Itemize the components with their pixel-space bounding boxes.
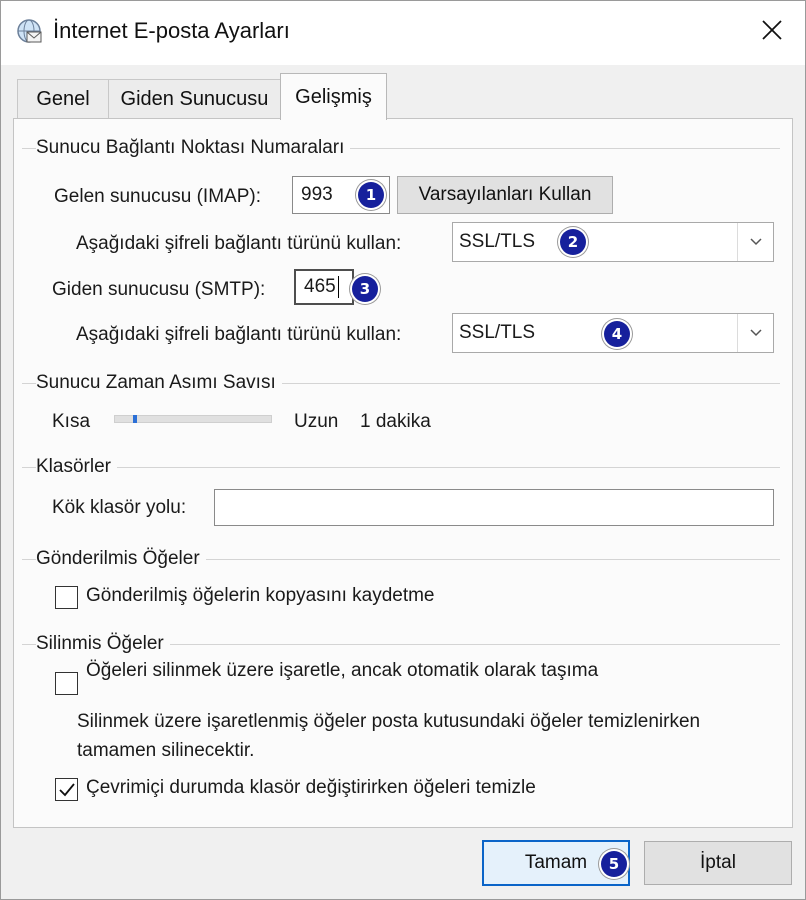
text-caret [337,276,339,298]
use-defaults-label: Varsayılanları Kullan [418,184,592,205]
no-copy-checkbox[interactable] [55,586,78,609]
annotation-badge-2: 2 [560,229,586,255]
no-copy-label: Gönderilmiş öğelerin kopyasını kaydetme [86,585,435,606]
deleted-group-title: Silinmis Öğeler [36,633,170,655]
outgoing-encryption-value: SSL/TLS [459,322,536,343]
tab-general[interactable]: Genel [17,79,109,119]
outgoing-port-input[interactable]: 465 [294,269,354,305]
timeout-short-label: Kısa [52,411,91,432]
chevron-down-icon [737,314,773,352]
outgoing-port-label: Giden sunucusu (SMTP): [52,279,266,300]
incoming-port-label: Gelen sunucusu (IMAP): [54,186,261,207]
root-folder-input[interactable] [214,489,774,526]
root-folder-label: Kök klasör yolu: [52,497,187,518]
close-icon [762,20,782,40]
timeout-slider[interactable] [114,415,272,423]
incoming-encryption-select[interactable]: SSL/TLS [452,222,774,262]
outgoing-encryption-label: Aşağıdaki şifreli bağlantı türünü kullan… [76,324,402,345]
outgoing-port-value: 465 [304,276,336,297]
deleted-info-line-2: tamamen silinecektir. [77,740,255,761]
timeout-long-label: Uzun [294,411,339,432]
timeout-value: 1 dakika [360,411,431,432]
mark-deleted-label: Öğeleri silinmek üzere işaretle, ancak o… [86,660,599,681]
purge-checkbox[interactable] [55,778,78,801]
purge-label: Çevrimiçi durumda klasör değiştirirken ö… [86,777,536,798]
close-button[interactable] [749,9,795,51]
tab-advanced[interactable]: Gelişmiş [280,73,387,120]
sent-group-title: Gönderilmis Öğeler [36,548,206,570]
mark-deleted-checkbox[interactable] [55,672,78,695]
incoming-encryption-value: SSL/TLS [459,231,536,252]
chevron-down-icon [737,223,773,261]
checkmark-icon [58,782,75,796]
tab-outgoing-server[interactable]: Giden Sunucusu [108,79,281,119]
advanced-panel: Sunucu Bağlantı Noktası Numaraları Gelen… [13,118,793,828]
email-settings-dialog: İnternet E-posta Ayarları Genel Giden Su… [0,0,806,900]
dialog-title: İnternet E-posta Ayarları [53,18,290,43]
ports-group-title: Sunucu Bağlantı Noktası Numaraları [36,137,351,159]
timeout-group-title: Sunucu Zaman Asımı Savısı [36,372,282,394]
globe-mail-icon [17,19,42,43]
use-defaults-button[interactable]: Varsayılanları Kullan [397,176,613,214]
annotation-badge-1: 1 [358,182,384,208]
annotation-badge-3: 3 [352,276,378,302]
folders-group-line [22,467,780,468]
tab-strip: Genel Giden Sunucusu Gelişmiş [13,73,793,120]
tab-general-label: Genel [36,88,90,110]
title-bar: İnternet E-posta Ayarları [1,1,805,65]
incoming-port-value: 993 [301,184,333,205]
cancel-label: İptal [700,852,736,873]
folders-group-title: Klasörler [36,456,117,478]
cancel-button[interactable]: İptal [644,841,792,885]
deleted-info-line-1: Silinmek üzere işaretlenmiş öğeler posta… [77,711,701,732]
tab-advanced-label: Gelişmiş [295,85,372,108]
tab-outgoing-server-label: Giden Sunucusu [120,88,269,110]
timeout-slider-thumb[interactable] [133,415,137,423]
ok-label: Tamam [524,852,588,873]
annotation-badge-4: 4 [604,321,630,347]
incoming-encryption-label: Aşağıdaki şifreli bağlantı türünü kullan… [76,233,402,254]
annotation-badge-5: 5 [601,851,627,877]
